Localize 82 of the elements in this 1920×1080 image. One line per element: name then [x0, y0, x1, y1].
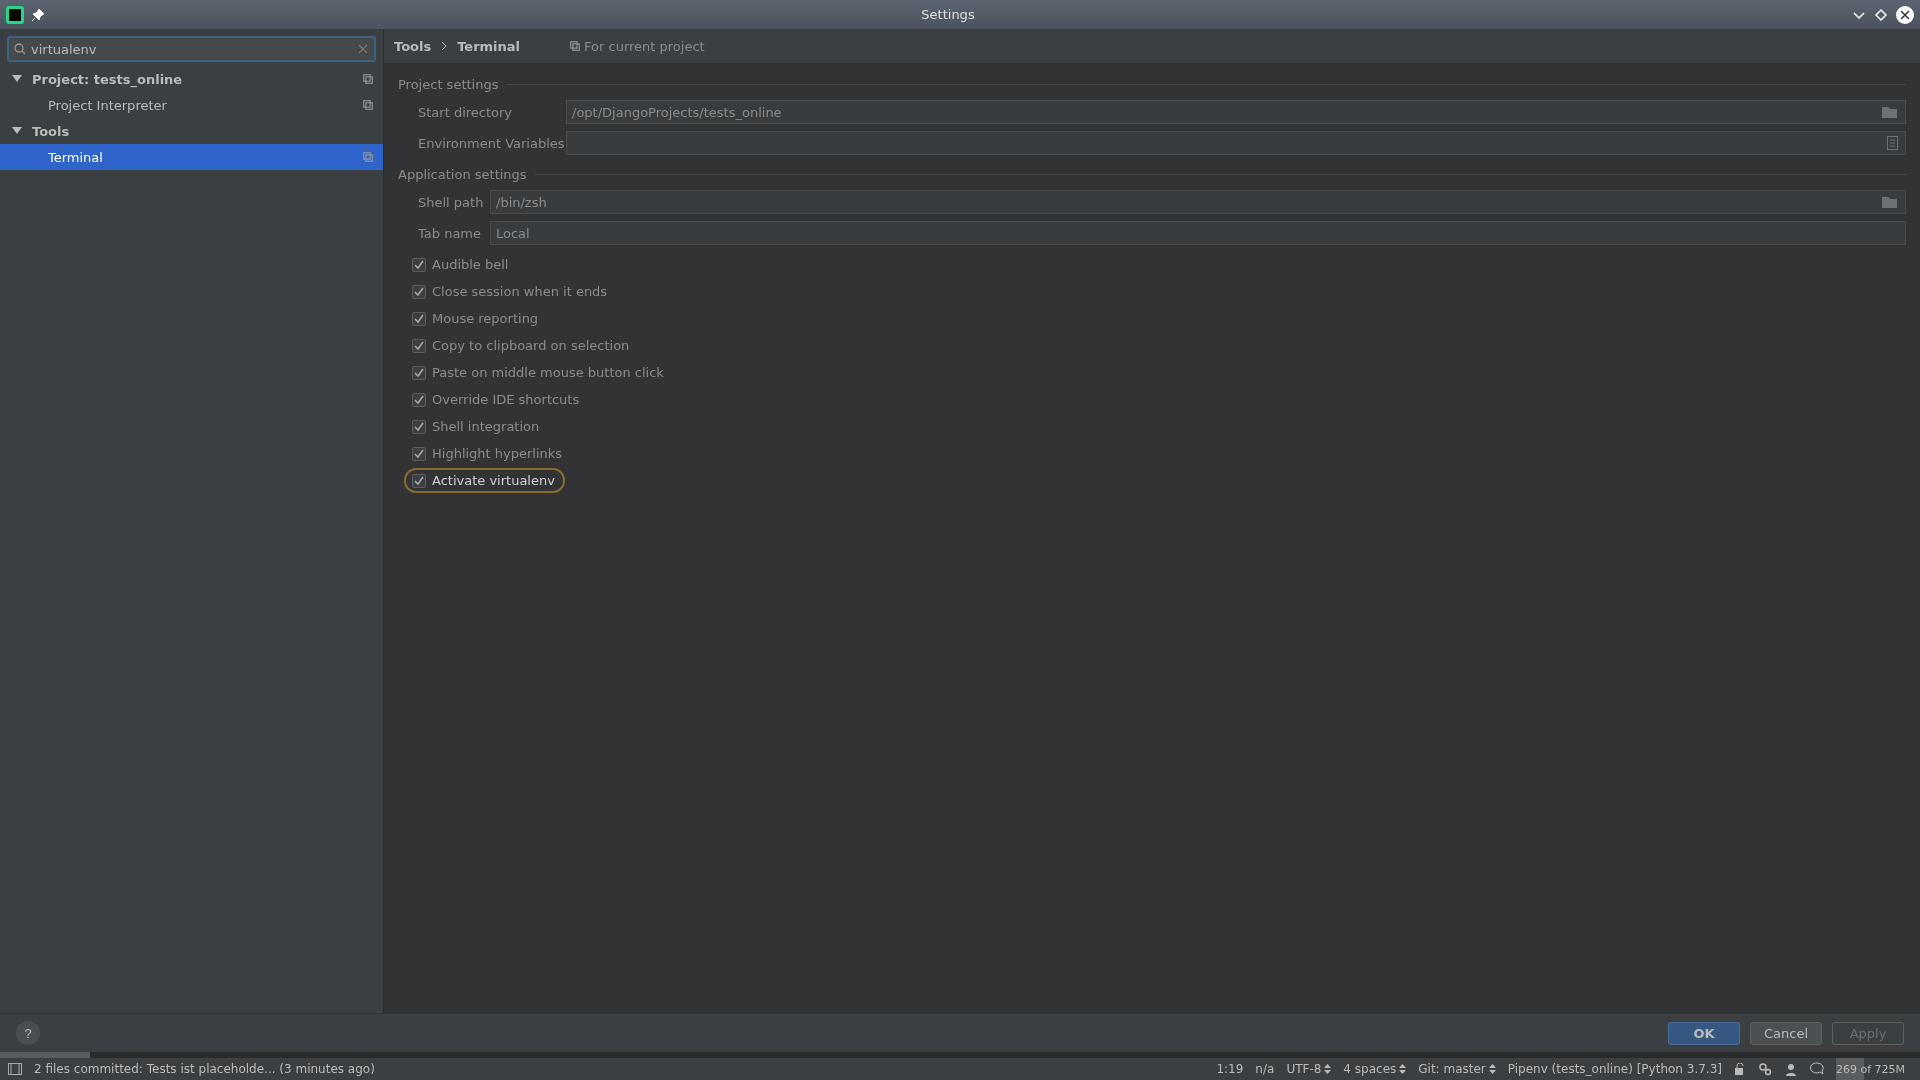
panel-icon [8, 1063, 22, 1075]
tree-item[interactable]: Terminal [0, 144, 383, 170]
checkbox-label: Close session when it ends [432, 284, 608, 299]
scope-label: For current project [584, 38, 705, 54]
speech-bubble-icon [1810, 1062, 1824, 1076]
field-label: Tab name [418, 225, 482, 241]
checkbox-option[interactable]: Shell integration [404, 414, 550, 439]
status-message: 2 files committed: Tests ist placeholde... (3 minutes ago) [34, 1062, 376, 1076]
copy-icon [363, 152, 373, 162]
tree-item[interactable]: Project Interpreter [0, 92, 383, 118]
checkbox[interactable] [412, 419, 426, 434]
checkbox-label: Shell integration [432, 419, 540, 434]
folder-icon [1882, 106, 1898, 118]
breadcrumb-item[interactable]: Terminal [457, 38, 521, 54]
document-icon [1887, 136, 1898, 150]
tree-item[interactable]: Tools [0, 118, 383, 144]
checkbox-label: Copy to clipboard on selection [432, 338, 630, 353]
tree-item-label: Tools [32, 123, 71, 139]
checkbox[interactable] [412, 257, 426, 272]
status-item[interactable]: 4 spaces [1343, 1062, 1407, 1076]
checkbox-option[interactable]: Highlight hyperlinks [404, 441, 573, 466]
checkbox-option[interactable]: Copy to clipboard on selection [404, 333, 640, 358]
status-item[interactable]: 1:19 [1216, 1062, 1244, 1076]
section-title: Project settings [398, 77, 499, 92]
checkbox[interactable] [412, 392, 426, 407]
checkbox-option[interactable]: Close session when it ends [404, 279, 618, 304]
tree-item-label: Project: tests_online [32, 71, 184, 87]
checkbox-label: Mouse reporting [432, 311, 539, 326]
updown-icon [1488, 1064, 1496, 1074]
help-button[interactable]: ? [16, 1021, 40, 1045]
breadcrumb-item[interactable]: Tools [394, 38, 432, 54]
status-item[interactable]: UTF-8 [1286, 1062, 1332, 1076]
checkbox-label: Override IDE shortcuts [432, 392, 580, 407]
updown-icon [1324, 1064, 1332, 1074]
input-field[interactable]: /bin/zsh [490, 190, 1906, 214]
tree-item-label: Project Interpreter [48, 97, 168, 113]
checkbox[interactable] [412, 338, 426, 353]
checkbox[interactable] [412, 446, 426, 461]
status-item[interactable]: Git: master [1418, 1062, 1496, 1076]
checkbox-option[interactable]: Override IDE shortcuts [404, 387, 590, 412]
search-field[interactable]: virtualenv [7, 36, 376, 62]
folder-icon [1882, 196, 1898, 208]
close-icon [1896, 5, 1914, 24]
field-label: Environment Variables [418, 135, 566, 151]
checkbox-option[interactable]: Audible bell [404, 252, 519, 277]
dialog-button[interactable]: Cancel [1750, 1021, 1822, 1045]
input-field[interactable]: Local [490, 221, 1906, 245]
tree-item[interactable]: Project: tests_online [0, 66, 383, 92]
status-item[interactable]: Pipenv (tests_online) [Python 3.7.3] [1507, 1062, 1722, 1076]
tree-item-label: Terminal [48, 149, 104, 165]
field-label: Start directory [418, 104, 514, 120]
status-item[interactable]: n/a [1255, 1062, 1275, 1076]
checkbox-option[interactable]: Paste on middle mouse button click [404, 360, 674, 385]
window-title: Settings [920, 7, 976, 22]
dialog-button[interactable]: OK [1668, 1021, 1740, 1045]
checkbox-label: Highlight hyperlinks [432, 446, 563, 461]
copy-icon [363, 100, 373, 110]
checkbox-option[interactable]: Mouse reporting [404, 306, 549, 331]
diamond-icon [1874, 7, 1888, 22]
copy-icon [363, 74, 373, 84]
section-title: Application settings [398, 167, 527, 182]
checkbox-option[interactable]: Activate virtualenv [404, 468, 565, 493]
person-icon [1784, 1062, 1798, 1076]
updown-icon [1399, 1064, 1407, 1074]
checkbox-label: Paste on middle mouse button click [432, 365, 664, 380]
checkbox-label: Activate virtualenv [432, 473, 555, 488]
input-field[interactable]: /opt/DjangoProjects/tests_online [566, 100, 1906, 124]
chevron-right-icon [441, 41, 448, 51]
search-icon [14, 43, 28, 55]
lock-icon [1734, 1063, 1746, 1075]
pin-icon [32, 8, 44, 21]
checkbox[interactable] [412, 473, 426, 488]
checkbox[interactable] [412, 311, 426, 326]
clear-icon [358, 44, 368, 54]
checkbox-label: Audible bell [432, 257, 509, 272]
app-logo-icon [6, 5, 24, 24]
checkbox[interactable] [412, 365, 426, 380]
gears-icon [1758, 1062, 1772, 1076]
input-field[interactable] [566, 131, 1906, 155]
field-label: Shell path [418, 194, 485, 210]
checkbox[interactable] [412, 284, 426, 299]
copy-icon [570, 41, 581, 51]
